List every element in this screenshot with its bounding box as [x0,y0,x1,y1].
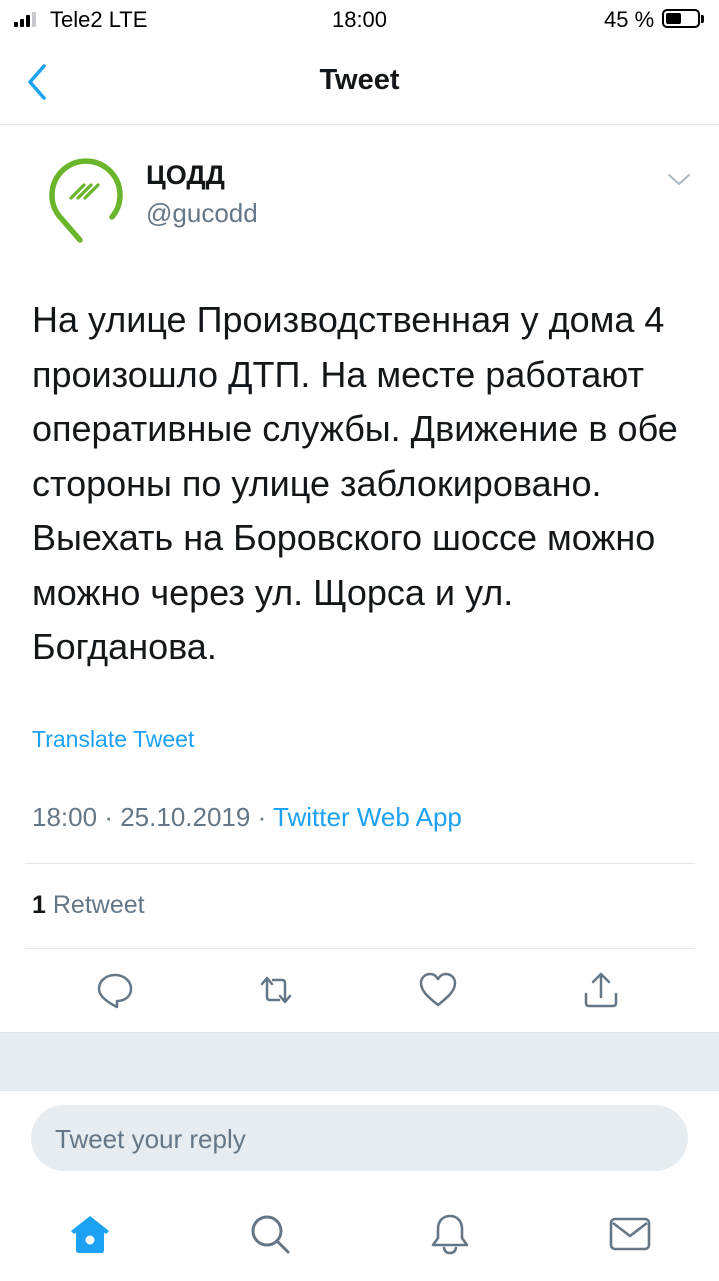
share-button[interactable] [579,968,623,1012]
tweet-source-link[interactable]: Twitter Web App [273,802,462,832]
tab-messages[interactable] [606,1210,654,1258]
reply-placeholder: Tweet your reply [55,1124,246,1154]
reply-button[interactable] [93,968,137,1012]
battery-icon [662,9,700,28]
status-bar: Tele2 LTE 18:00 45 % [0,0,719,40]
map-pin-logo [49,158,123,243]
tab-home[interactable] [66,1210,114,1258]
divider [25,863,695,864]
home-icon [71,1216,109,1253]
retweet-icon [260,976,292,1004]
meta-separator: · [104,802,113,832]
page-title: Tweet [319,64,400,96]
tweet-meta: 18:00 · 25.10.2019 · Twitter Web App [32,802,462,833]
tab-notifications[interactable] [426,1210,474,1258]
author-name[interactable]: ЦОДД [146,160,225,191]
avatar[interactable] [46,155,126,247]
divider [25,948,695,949]
battery-tip [701,15,704,23]
meta-separator: · [257,802,267,832]
messages-icon [609,1217,651,1251]
retweet-label: Retweet [52,891,145,919]
tweet-text: На улице Производственная у дома 4 произ… [32,299,678,667]
notifications-icon [431,1214,469,1255]
search-icon [251,1215,290,1254]
content-divider-band [0,1032,719,1091]
reply-icon [97,973,133,1009]
chevron-down-icon [668,174,690,185]
retweet-button[interactable] [254,968,298,1012]
like-icon [419,972,457,1007]
retweet-stats[interactable]: 1 Retweet [32,891,145,920]
nav-header: Tweet [0,40,719,125]
share-icon [584,972,618,1008]
reply-input[interactable]: Tweet your reply [31,1105,688,1171]
translate-tweet-link[interactable]: Translate Tweet [32,726,194,753]
tweet-date: 25.10.2019 [120,802,251,832]
tweet-menu-button[interactable] [664,168,694,190]
like-button[interactable] [416,968,460,1012]
tweet-time: 18:00 [32,802,98,832]
tab-search[interactable] [246,1210,294,1258]
author-handle[interactable]: @gucodd [146,198,258,229]
retweet-count: 1 [32,891,46,919]
battery-percent: 45 % [604,7,655,32]
